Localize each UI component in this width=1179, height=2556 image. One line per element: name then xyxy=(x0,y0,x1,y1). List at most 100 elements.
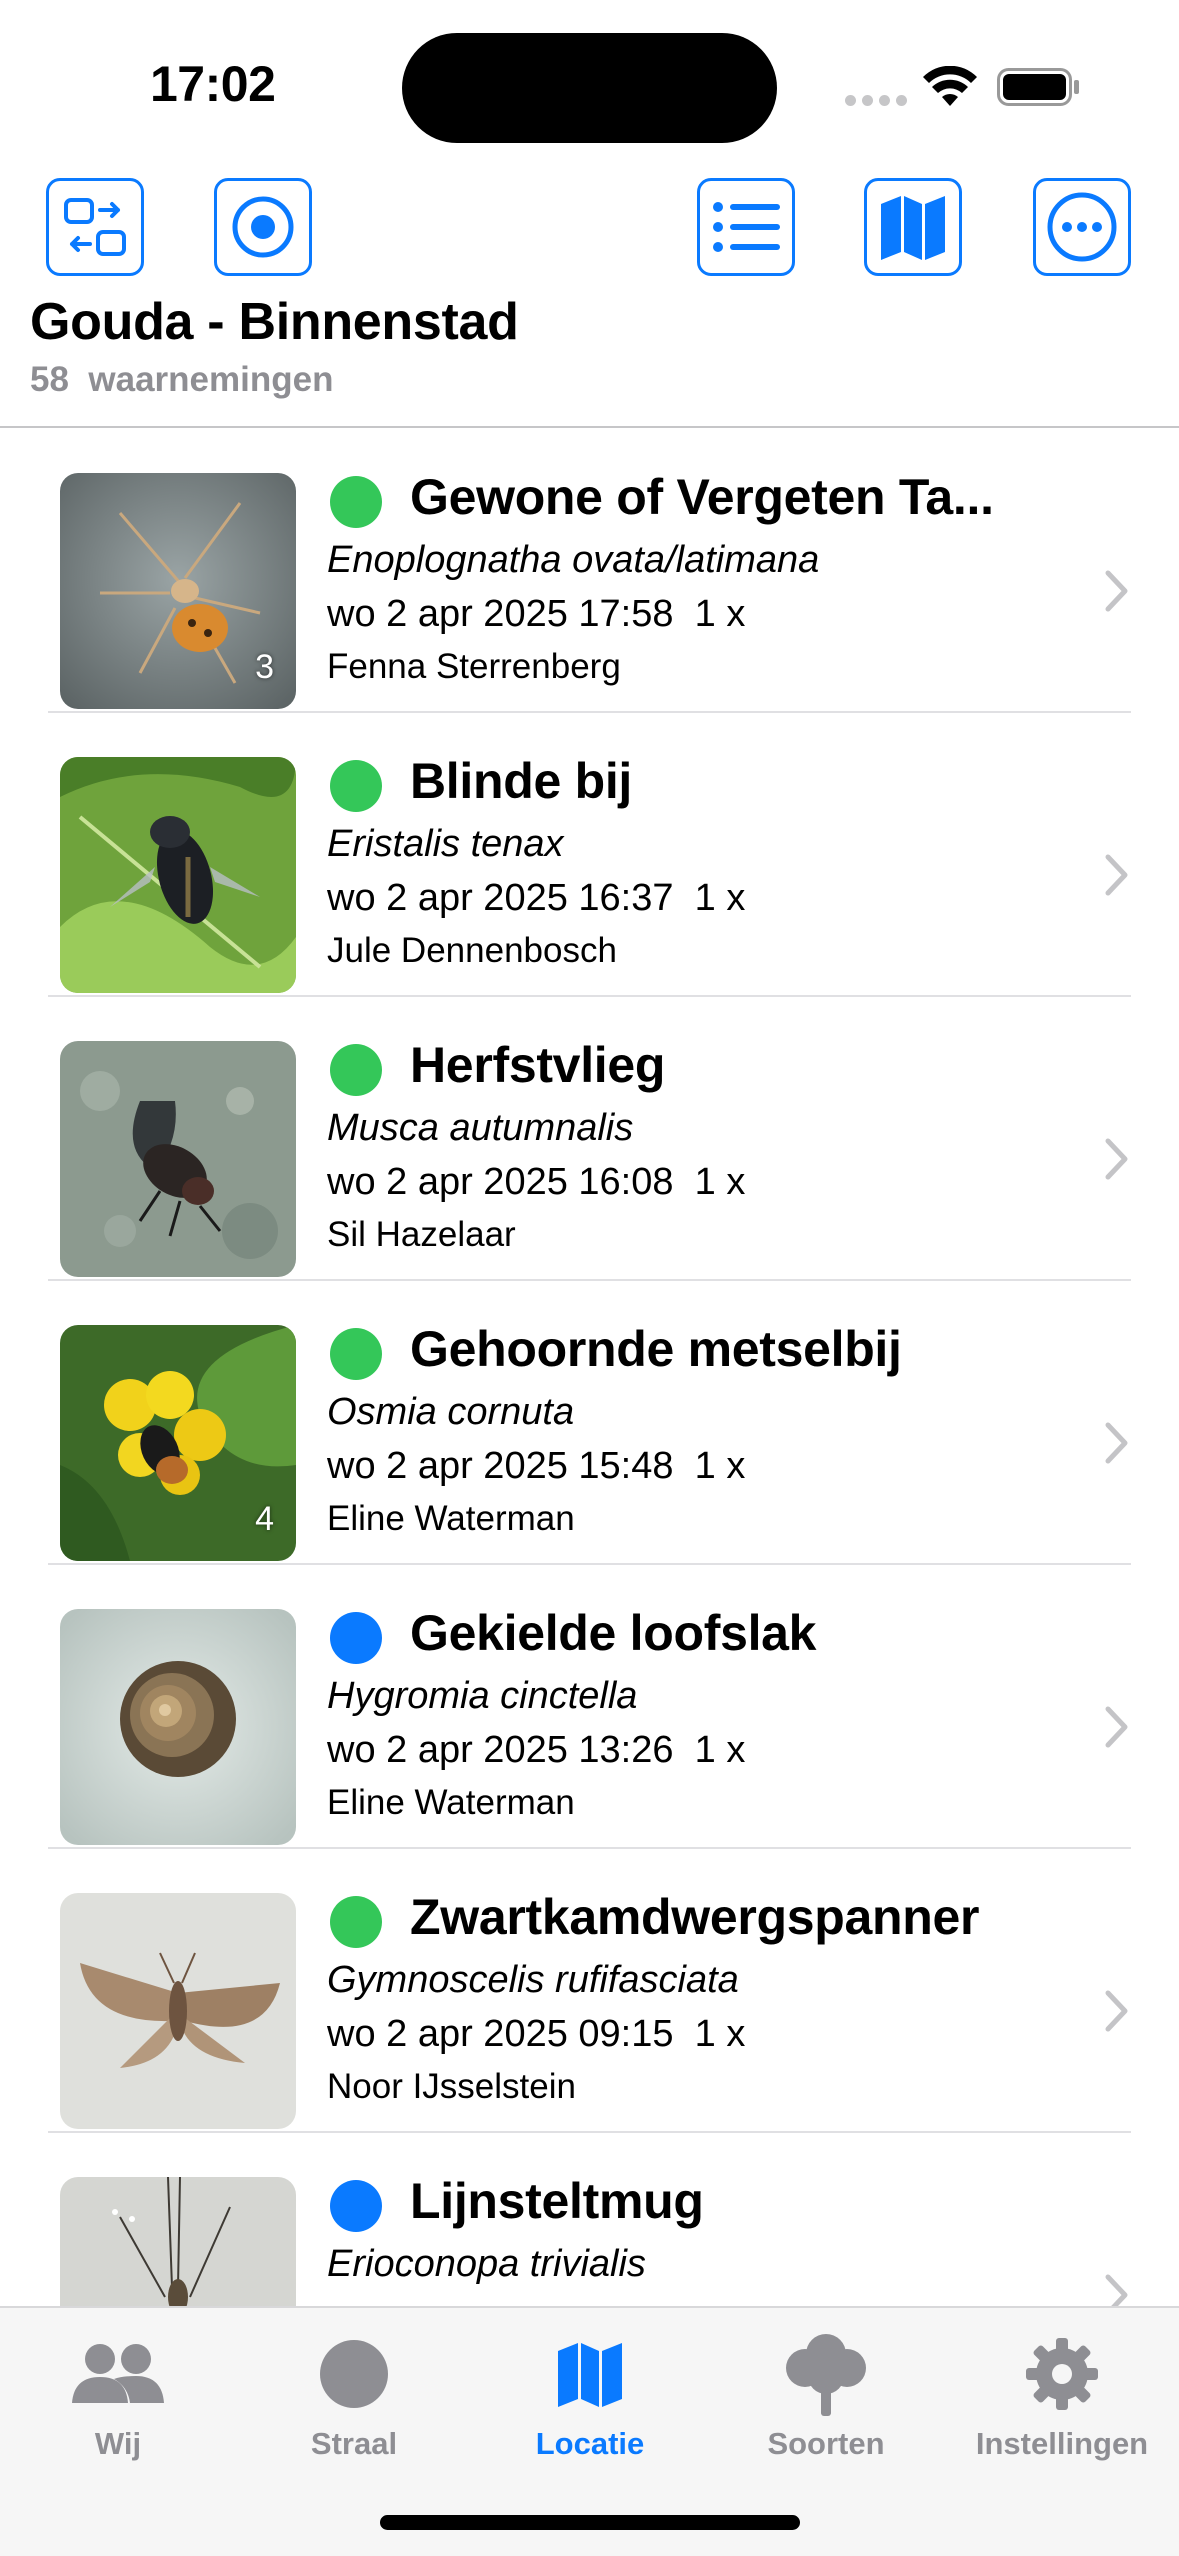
page-title: Gouda - Binnenstad xyxy=(30,293,519,351)
status-dot-blue xyxy=(330,1612,382,1664)
cellular-signal-icon xyxy=(845,95,907,106)
observation-list[interactable]: 3 Gewone of Vergeten Ta... Enoplognatha … xyxy=(0,428,1179,2306)
status-dot-blue xyxy=(330,2180,382,2232)
common-name: Lijnsteltmug xyxy=(410,2173,704,2229)
observer-name: Jule Dennenbosch xyxy=(327,931,617,970)
scientific-name: Musca autumnalis xyxy=(327,1107,634,1149)
scientific-name: Enoplognatha ovata/latimana xyxy=(327,539,820,581)
observation-datetime: wo 2 apr 2025 16:37 1 x xyxy=(327,877,745,920)
count-label: waarnemingen xyxy=(88,360,334,399)
date-time: wo 2 apr 2025 17:58 xyxy=(327,593,674,635)
date-time: wo 2 apr 2025 16:37 xyxy=(327,877,674,919)
wifi-icon xyxy=(923,66,977,106)
scientific-name: Eristalis tenax xyxy=(327,823,564,865)
gear-icon xyxy=(1014,2334,1110,2414)
observation-row[interactable]: Gekielde loofslak Hygromia cinctella wo … xyxy=(0,1564,1179,1849)
observation-photo xyxy=(60,757,296,993)
observation-photo xyxy=(60,1893,296,2129)
photo-count-badge: 4 xyxy=(255,1500,274,1538)
tab-soorten[interactable]: Soorten xyxy=(708,2308,944,2478)
target-icon xyxy=(232,196,294,258)
chevron-right-icon xyxy=(1105,854,1128,896)
photo-count-badge: 3 xyxy=(255,648,274,686)
home-indicator[interactable] xyxy=(380,2515,800,2530)
status-dot-green xyxy=(330,760,382,812)
date-time: wo 2 apr 2025 13:26 xyxy=(327,1729,674,1771)
observation-row[interactable]: Herfstvlieg Musca autumnalis wo 2 apr 20… xyxy=(0,996,1179,1281)
scientific-name: Erioconopa trivialis xyxy=(327,2243,646,2285)
observation-datetime: wo 2 apr 2025 13:26 1 x xyxy=(327,1729,745,1772)
observation-row[interactable]: Blinde bij Eristalis tenax wo 2 apr 2025… xyxy=(0,712,1179,997)
chevron-right-icon xyxy=(1105,2274,1128,2306)
observer-name: Eline Waterman xyxy=(327,1783,575,1822)
observation-datetime: wo 2 apr 2025 17:58 1 x xyxy=(327,593,745,636)
observation-row[interactable]: Lijnsteltmug Erioconopa trivialis xyxy=(0,2132,1179,2306)
common-name: Zwartkamdwergspanner xyxy=(410,1889,980,1945)
observer-name: Eline Waterman xyxy=(327,1499,575,1538)
map-view-button[interactable] xyxy=(864,178,962,276)
people-icon xyxy=(70,2334,166,2414)
swap-icon xyxy=(64,198,126,256)
chevron-right-icon xyxy=(1105,1138,1128,1180)
chevron-right-icon xyxy=(1105,1422,1128,1464)
status-dot-green xyxy=(330,1896,382,1948)
observation-datetime: wo 2 apr 2025 09:15 1 x xyxy=(327,2013,745,2056)
observer-name: Sil Hazelaar xyxy=(327,1215,516,1254)
date-time: wo 2 apr 2025 16:08 xyxy=(327,1161,674,1203)
circle-icon xyxy=(306,2334,402,2414)
tab-label: Instellingen xyxy=(975,2426,1149,2461)
observer-name: Noor IJsselstein xyxy=(327,2067,576,2106)
status-dot-green xyxy=(330,1044,382,1096)
chevron-right-icon xyxy=(1105,1990,1128,2032)
observation-row[interactable]: 3 Gewone of Vergeten Ta... Enoplognatha … xyxy=(0,428,1179,713)
observation-photo xyxy=(60,1609,296,1845)
individual-count: 1 x xyxy=(694,1161,746,1203)
individual-count: 1 x xyxy=(694,1445,746,1487)
ellipsis-icon xyxy=(1047,192,1117,262)
observer-name: Fenna Sterrenberg xyxy=(327,647,621,686)
individual-count: 1 x xyxy=(694,877,746,919)
common-name: Gehoornde metselbij xyxy=(410,1321,902,1377)
chevron-right-icon xyxy=(1105,570,1128,612)
status-time: 17:02 xyxy=(150,56,276,112)
locate-button[interactable] xyxy=(214,178,312,276)
date-time: wo 2 apr 2025 09:15 xyxy=(327,2013,674,2055)
tab-label: Wij xyxy=(94,2426,142,2461)
individual-count: 1 x xyxy=(694,2013,746,2055)
tab-label: Straal xyxy=(310,2426,398,2461)
swap-button[interactable] xyxy=(46,178,144,276)
chevron-right-icon xyxy=(1105,1706,1128,1748)
observation-datetime: wo 2 apr 2025 15:48 1 x xyxy=(327,1445,745,1488)
individual-count: 1 x xyxy=(694,593,746,635)
observation-photo xyxy=(60,1041,296,1277)
status-dot-green xyxy=(330,1328,382,1380)
tab-label: Soorten xyxy=(767,2426,885,2461)
common-name: Gewone of Vergeten Ta... xyxy=(410,469,994,525)
tab-bar: Wij Straal Locatie Soorten Instellingen xyxy=(0,2306,1179,2556)
scientific-name: Osmia cornuta xyxy=(327,1391,575,1433)
tab-locatie[interactable]: Locatie xyxy=(472,2308,708,2478)
common-name: Herfstvlieg xyxy=(410,1037,666,1093)
tab-straal[interactable]: Straal xyxy=(236,2308,472,2478)
status-dot-green xyxy=(330,476,382,528)
list-icon xyxy=(713,202,780,252)
observation-row[interactable]: Zwartkamdwergspanner Gymnoscelis rufifas… xyxy=(0,1848,1179,2133)
individual-count: 1 x xyxy=(694,1729,746,1771)
more-button[interactable] xyxy=(1033,178,1131,276)
count-value: 58 xyxy=(30,360,69,399)
tree-icon xyxy=(778,2334,874,2416)
tab-wij[interactable]: Wij xyxy=(0,2308,236,2478)
observation-datetime: wo 2 apr 2025 16:08 1 x xyxy=(327,1161,745,1204)
list-view-button[interactable] xyxy=(697,178,795,276)
common-name: Blinde bij xyxy=(410,753,633,809)
date-time: wo 2 apr 2025 15:48 xyxy=(327,1445,674,1487)
tab-instellingen[interactable]: Instellingen xyxy=(944,2308,1179,2478)
dynamic-island xyxy=(402,33,777,143)
battery-icon xyxy=(997,68,1079,106)
map-icon xyxy=(542,2334,638,2414)
observation-photo: 4 xyxy=(60,1325,296,1561)
observation-photo: 3 xyxy=(60,473,296,709)
observation-photo xyxy=(60,2177,296,2306)
scientific-name: Gymnoscelis rufifasciata xyxy=(327,1959,739,2001)
observation-row[interactable]: 4 Gehoornde metselbij Osmia cornuta wo 2… xyxy=(0,1280,1179,1565)
